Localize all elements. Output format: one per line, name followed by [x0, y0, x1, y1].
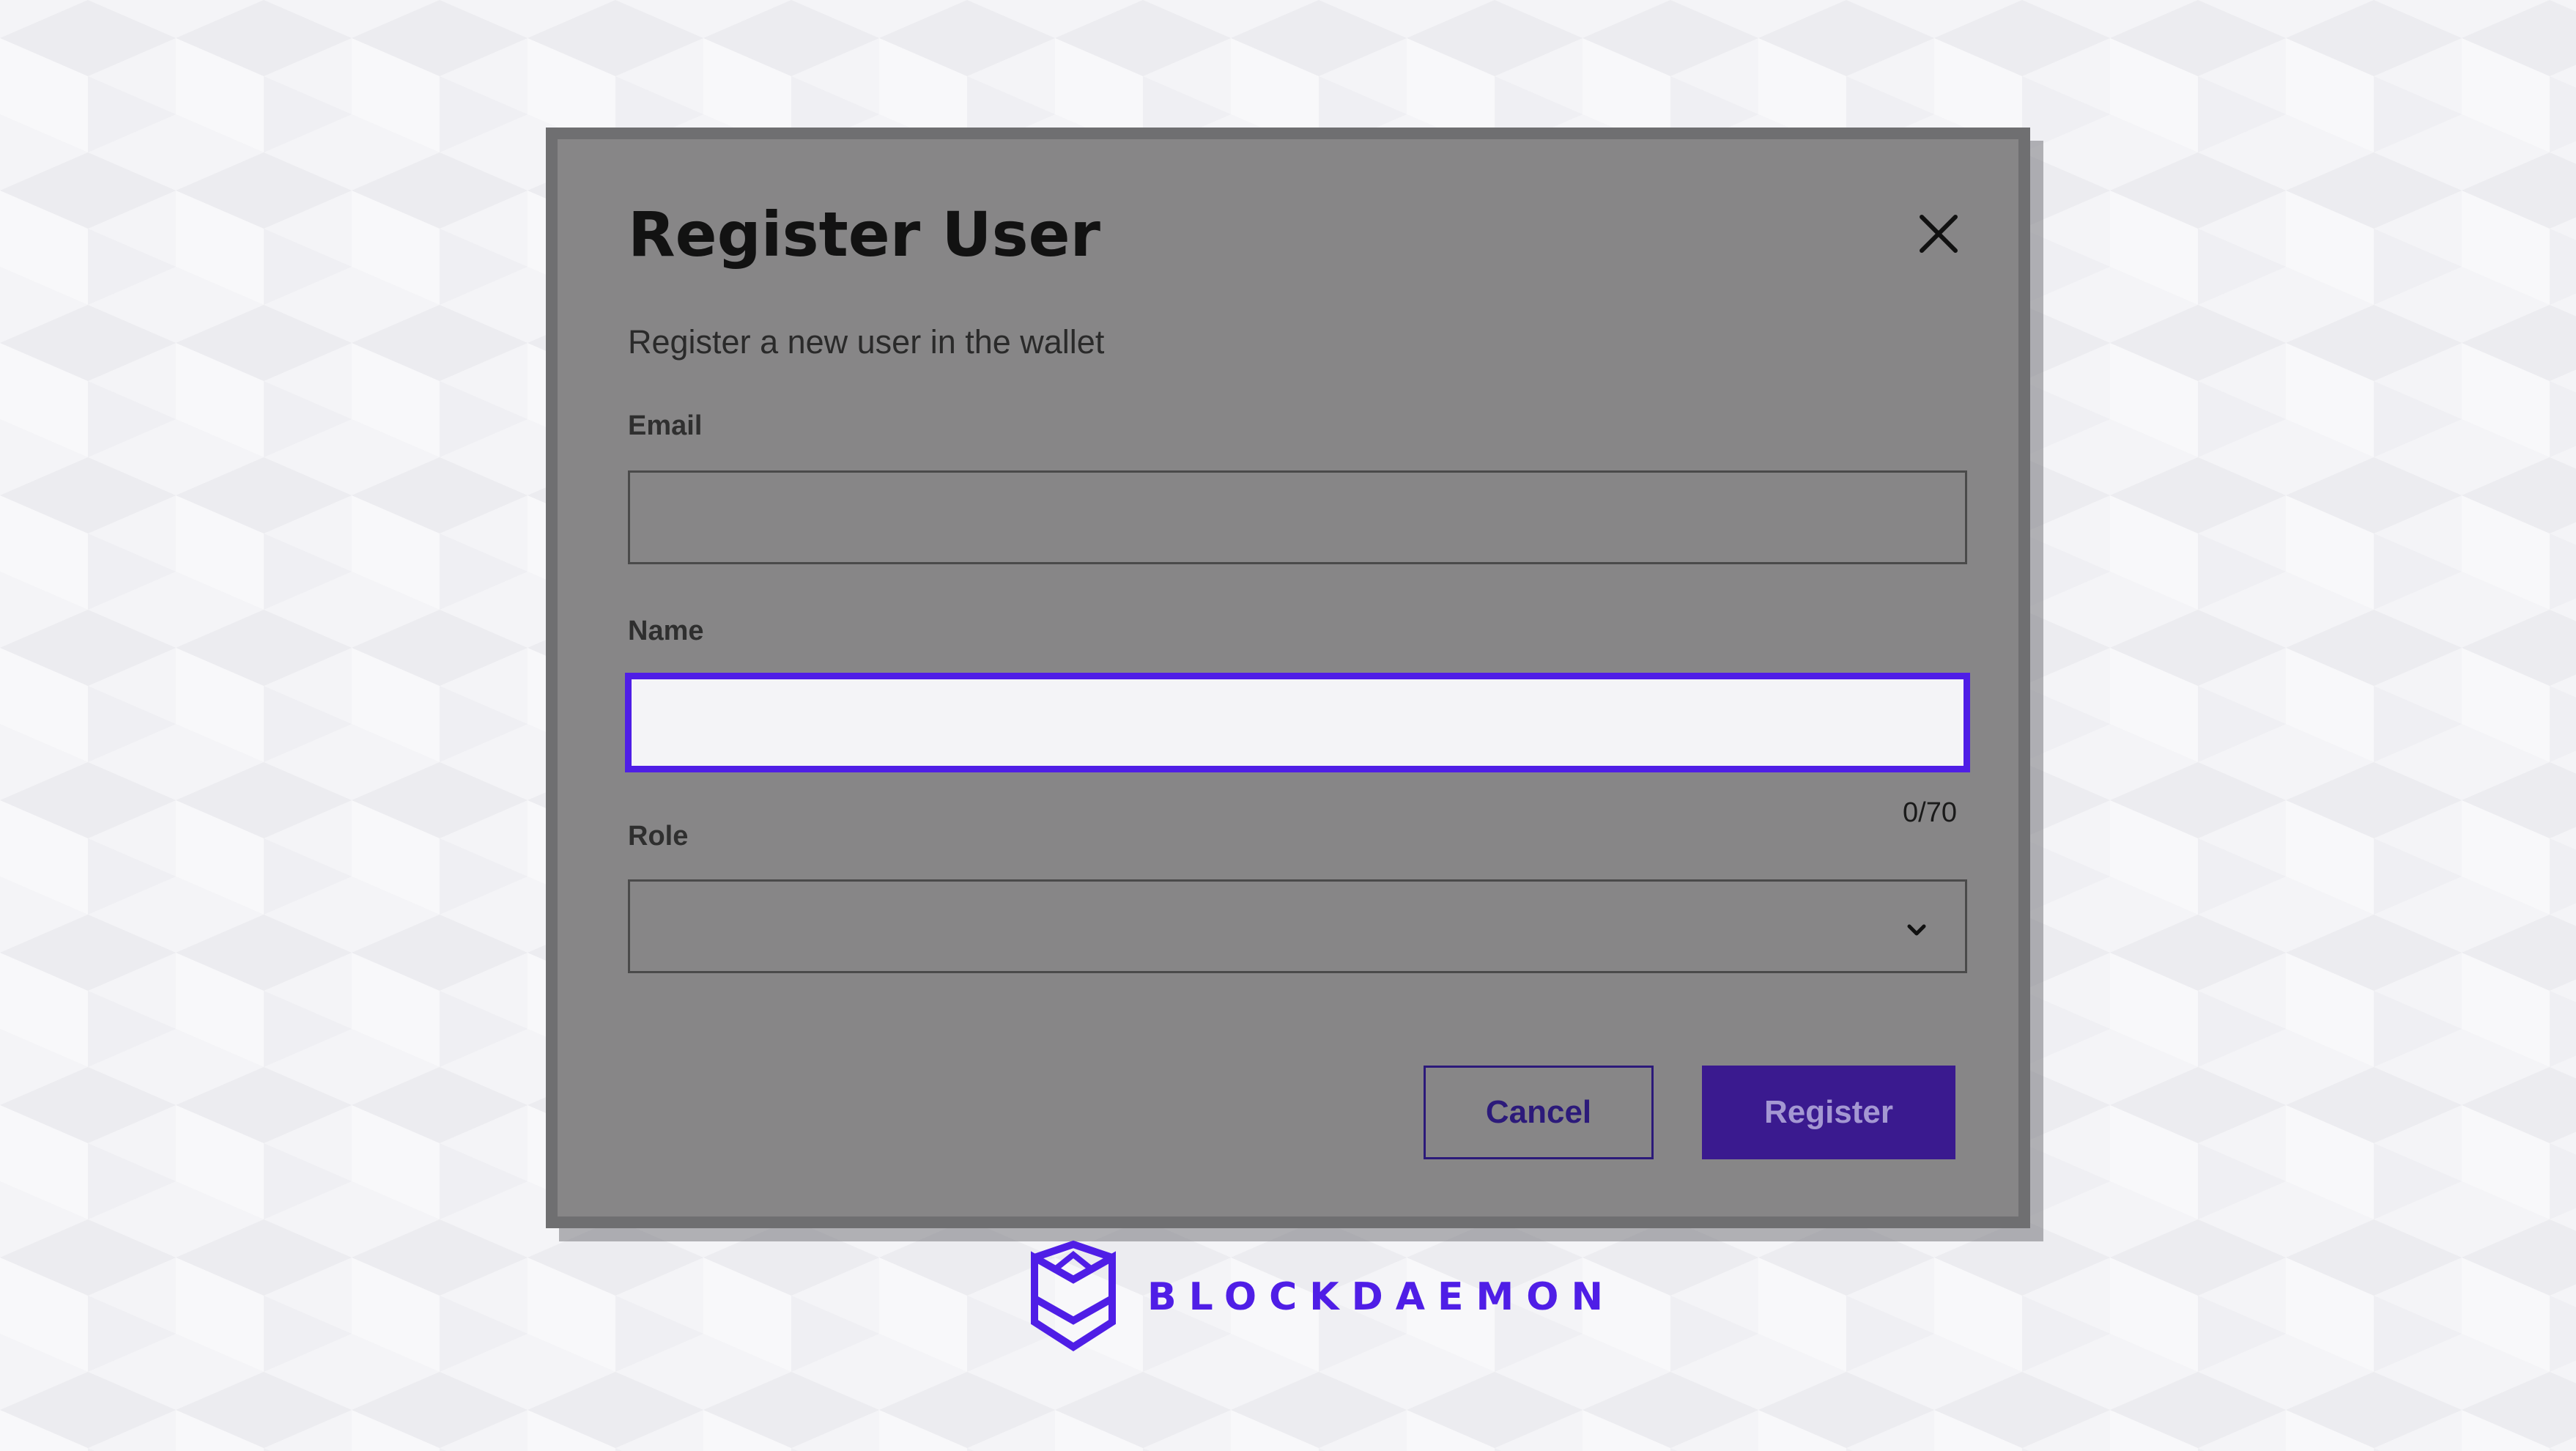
- cancel-button[interactable]: Cancel: [1424, 1066, 1654, 1159]
- chevron-down-icon: [1907, 924, 1926, 936]
- role-select[interactable]: [628, 879, 1967, 973]
- name-label: Name: [628, 616, 704, 646]
- email-label: Email: [628, 410, 703, 441]
- blockdaemon-logo-icon: [1031, 1240, 1116, 1351]
- dialog-body: Register User Register a new user in the…: [558, 139, 2018, 1216]
- dialog-title: Register User: [628, 199, 1100, 270]
- register-user-dialog: Register User Register a new user in the…: [546, 128, 2030, 1228]
- role-label: Role: [628, 821, 689, 852]
- register-button[interactable]: Register: [1702, 1066, 1955, 1159]
- blockdaemon-logo: BLOCKDAEMON: [1030, 1240, 1615, 1354]
- email-field[interactable]: [628, 470, 1967, 564]
- dialog-subtitle: Register a new user in the wallet: [628, 323, 1105, 361]
- close-button[interactable]: [1906, 201, 1972, 267]
- name-field[interactable]: [625, 673, 1970, 772]
- close-icon: [1920, 215, 1958, 253]
- brand-name: BLOCKDAEMON: [1147, 1275, 1615, 1319]
- name-character-counter: 0/70: [1903, 797, 1957, 828]
